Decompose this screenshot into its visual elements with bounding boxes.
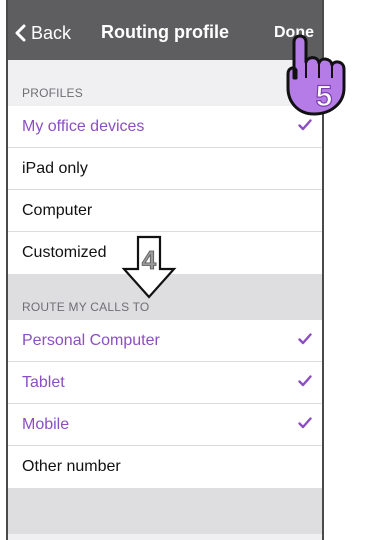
checkmark-icon [298, 375, 312, 387]
route-label: Tablet [22, 373, 65, 391]
profile-item-ipad-only[interactable]: iPad only [8, 148, 322, 190]
profile-item-computer[interactable]: Computer [8, 190, 322, 232]
profile-item-my-office-devices[interactable]: My office devices [8, 106, 322, 148]
profile-label: Customized [22, 244, 107, 261]
checkmark-icon [298, 333, 312, 345]
bottom-spacer [8, 488, 322, 534]
route-calls-list: Personal Computer Tablet Mobile Other nu… [8, 320, 322, 488]
navigation-bar: Back Routing profile Done [8, 0, 322, 60]
profile-label: Computer [22, 201, 93, 219]
route-item-tablet[interactable]: Tablet [8, 362, 322, 404]
route-item-mobile[interactable]: Mobile [8, 404, 322, 446]
route-label: Personal Computer [22, 331, 160, 349]
checkmark-icon [298, 119, 312, 131]
profile-label: My office devices [22, 117, 145, 135]
section-header-profiles: PROFILES [8, 60, 322, 106]
step-arrow-callout: 4 [121, 235, 177, 299]
route-item-other-number[interactable]: Other number [8, 446, 322, 488]
route-label: Other number [22, 458, 121, 475]
profile-label: iPad only [22, 159, 88, 177]
step-hand-callout: 5 [286, 34, 346, 116]
step-arrow-number: 4 [142, 245, 157, 275]
route-item-personal-computer[interactable]: Personal Computer [8, 320, 322, 362]
step-hand-number: 5 [316, 80, 333, 113]
route-label: Mobile [22, 415, 70, 433]
checkmark-icon [298, 417, 312, 429]
